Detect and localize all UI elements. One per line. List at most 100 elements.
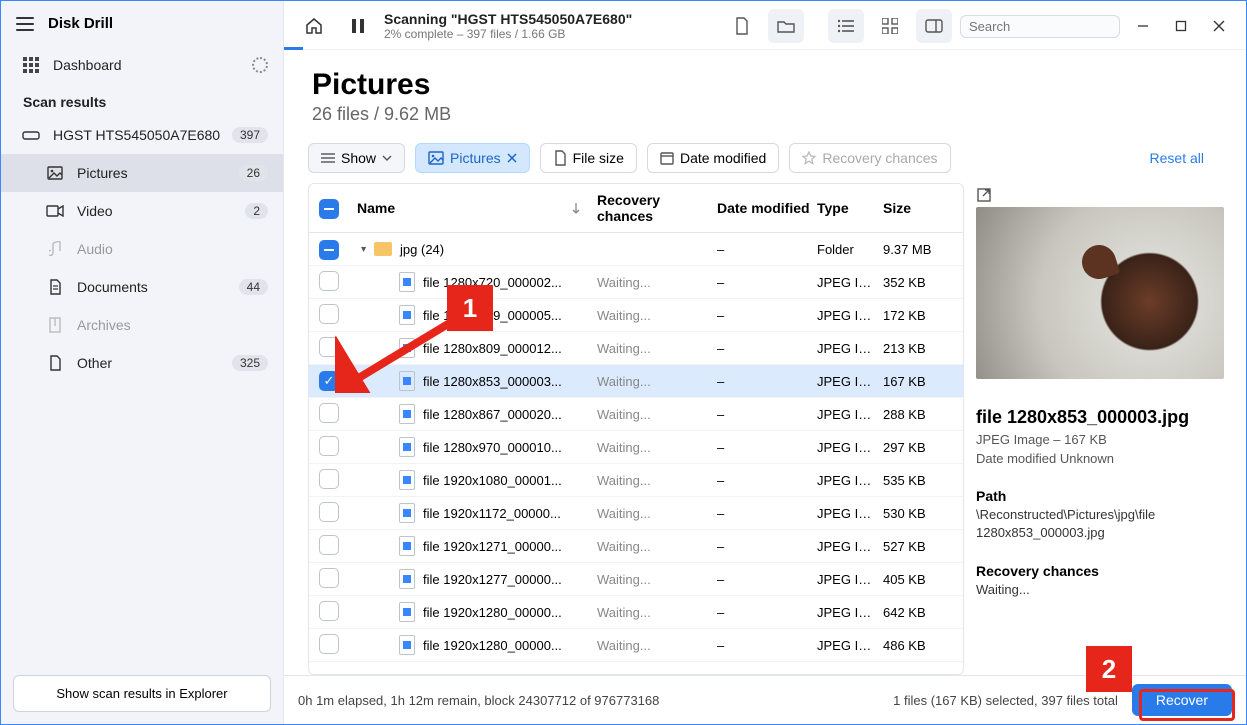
- close-icon[interactable]: [507, 153, 517, 163]
- preview-thumbnail: [976, 207, 1224, 379]
- folder-icon-button[interactable]: [768, 9, 804, 43]
- search-box[interactable]: [960, 15, 1120, 38]
- filters: Show Pictures File size Date modified Re…: [284, 129, 1246, 183]
- sidebar-dashboard[interactable]: Dashboard: [1, 46, 283, 84]
- col-type[interactable]: Type: [813, 200, 879, 216]
- col-date[interactable]: Date modified: [713, 200, 813, 216]
- home-button[interactable]: [296, 9, 332, 43]
- spinner-icon: [252, 57, 268, 73]
- row-name: ▸jpg (24): [353, 242, 593, 257]
- sidebar-item-documents[interactable]: Documents44: [1, 268, 283, 306]
- row-checkbox[interactable]: [319, 271, 339, 291]
- sidebar-item-label: Other: [77, 355, 232, 371]
- sidebar-item-archives[interactable]: Archives: [1, 306, 283, 344]
- row-type: JPEG Im...: [813, 341, 879, 356]
- app-title: Disk Drill: [48, 15, 113, 32]
- maximize-button[interactable]: [1166, 11, 1196, 41]
- pictures-filter-chip[interactable]: Pictures: [415, 143, 530, 173]
- row-recovery: Waiting...: [593, 407, 713, 422]
- sidebar-item-badge: 2: [245, 203, 268, 219]
- table-group-row[interactable]: ▸jpg (24)–Folder9.37 MB: [309, 233, 963, 266]
- pause-button[interactable]: [340, 9, 376, 43]
- sidebar-item-pictures[interactable]: Pictures26: [1, 154, 283, 192]
- annotation-2: 2: [1086, 646, 1132, 692]
- row-recovery: Waiting...: [593, 473, 713, 488]
- datemod-filter-button[interactable]: Date modified: [647, 143, 779, 173]
- status-left: 0h 1m elapsed, 1h 12m remain, block 2430…: [298, 693, 659, 708]
- reset-filters-link[interactable]: Reset all: [1150, 150, 1204, 166]
- search-input[interactable]: [969, 19, 1145, 34]
- table-row[interactable]: file 1280x720_000002...Waiting...–JPEG I…: [309, 266, 963, 299]
- row-checkbox[interactable]: [319, 240, 339, 260]
- video-icon: [45, 202, 65, 220]
- sidebar-item-video[interactable]: Video2: [1, 192, 283, 230]
- sidebar-item-badge: 26: [239, 165, 268, 181]
- row-size: 530 KB: [879, 506, 963, 521]
- row-type: JPEG Im...: [813, 473, 879, 488]
- file-icon-button[interactable]: [724, 9, 760, 43]
- row-type: JPEG Im...: [813, 440, 879, 455]
- sidebar-item-audio[interactable]: Audio: [1, 230, 283, 268]
- table-row[interactable]: file 1280x867_000020...Waiting...–JPEG I…: [309, 398, 963, 431]
- select-all-checkbox[interactable]: [319, 199, 339, 219]
- status-right: 1 files (167 KB) selected, 397 files tot…: [893, 693, 1118, 708]
- grid-view-button[interactable]: [872, 9, 908, 43]
- sort-icon: [571, 202, 581, 214]
- sliders-icon: [321, 152, 335, 164]
- col-recovery[interactable]: Recovery chances: [593, 192, 713, 224]
- image-file-icon: [399, 470, 415, 490]
- sidebar-drive[interactable]: HGST HTS545050A7E680 397: [1, 116, 283, 154]
- col-size[interactable]: Size: [879, 200, 963, 216]
- recovery-filter-button[interactable]: Recovery chances: [789, 143, 950, 173]
- table-row[interactable]: file 1920x1080_00001...Waiting...–JPEG I…: [309, 464, 963, 497]
- row-checkbox[interactable]: [319, 469, 339, 489]
- pictures-icon: [45, 164, 65, 182]
- show-in-explorer-button[interactable]: Show scan results in Explorer: [13, 675, 271, 712]
- archives-icon: [45, 316, 65, 334]
- row-checkbox[interactable]: [319, 568, 339, 588]
- row-checkbox[interactable]: [319, 502, 339, 522]
- chevron-down-icon[interactable]: ▸: [358, 246, 369, 251]
- table-row[interactable]: file 1920x1280_00000...Waiting...–JPEG I…: [309, 596, 963, 629]
- row-checkbox[interactable]: [319, 601, 339, 621]
- row-size: 405 KB: [879, 572, 963, 587]
- sidebar-dashboard-label: Dashboard: [53, 57, 252, 73]
- col-name[interactable]: Name: [353, 200, 593, 216]
- row-recovery: Waiting...: [593, 506, 713, 521]
- row-size: 172 KB: [879, 308, 963, 323]
- row-recovery: Waiting...: [593, 341, 713, 356]
- panel-view-button[interactable]: [916, 9, 952, 43]
- row-checkbox[interactable]: [319, 535, 339, 555]
- list-view-button[interactable]: [828, 9, 864, 43]
- table-row[interactable]: file 1920x1277_00000...Waiting...–JPEG I…: [309, 563, 963, 596]
- table-row[interactable]: file 1920x1172_00000...Waiting...–JPEG I…: [309, 497, 963, 530]
- row-date: –: [713, 407, 813, 422]
- sidebar-item-other[interactable]: Other325: [1, 344, 283, 382]
- scan-title: Scanning "HGST HTS545050A7E680": [384, 11, 632, 27]
- row-date: –: [713, 341, 813, 356]
- hamburger-icon[interactable]: [16, 17, 34, 31]
- sidebar-drive-badge: 397: [232, 127, 268, 143]
- row-checkbox[interactable]: [319, 403, 339, 423]
- filesize-filter-button[interactable]: File size: [540, 143, 637, 173]
- annotation-arrow: [335, 313, 465, 393]
- sidebar-item-label: Archives: [77, 317, 268, 333]
- pictures-filter-label: Pictures: [450, 150, 501, 166]
- popout-button[interactable]: [976, 187, 1230, 203]
- row-recovery: Waiting...: [593, 539, 713, 554]
- documents-icon: [45, 278, 65, 296]
- table-row[interactable]: file 1280x970_000010...Waiting...–JPEG I…: [309, 431, 963, 464]
- table-row[interactable]: file 1920x1280_00000...Waiting...–JPEG I…: [309, 629, 963, 662]
- grid-icon: [21, 56, 41, 74]
- table-header: Name Recovery chances Date modified Type…: [309, 184, 963, 233]
- minimize-button[interactable]: [1128, 11, 1158, 41]
- close-button[interactable]: [1204, 11, 1234, 41]
- show-filter-button[interactable]: Show: [308, 143, 405, 173]
- row-checkbox[interactable]: [319, 436, 339, 456]
- row-name: file 1920x1080_00001...: [353, 470, 593, 490]
- table-row[interactable]: file 1920x1271_00000...Waiting...–JPEG I…: [309, 530, 963, 563]
- sidebar-item-label: Video: [77, 203, 245, 219]
- row-checkbox[interactable]: [319, 634, 339, 654]
- sidebar-item-badge: 325: [232, 355, 268, 371]
- app-title-bar: Disk Drill: [1, 1, 283, 46]
